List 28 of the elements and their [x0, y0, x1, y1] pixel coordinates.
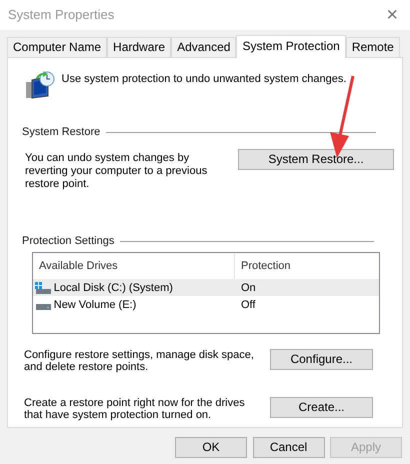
tab[interactable]: Hardware — [107, 37, 172, 57]
intro-text: Use system protection to undo unwanted system changes. — [62, 72, 346, 85]
column-header[interactable]: Available Drives — [33, 260, 118, 272]
dialog-button[interactable]: Cancel — [252, 437, 324, 458]
tab[interactable]: System Protection — [236, 35, 346, 58]
drive-name: Local Disk (C:) (System) — [54, 282, 173, 294]
group-heading: System Restore — [22, 126, 100, 138]
dialog-button[interactable]: OK — [175, 437, 247, 458]
system-restore-button[interactable]: System Restore... — [238, 149, 394, 170]
window-title: System Properties — [8, 8, 114, 22]
description-text: You can undo system changes by reverting your computer to a previous restore point. — [25, 152, 208, 192]
configure-button[interactable]: Configure... — [270, 349, 373, 370]
drive-row[interactable]: Local Disk (C:) (System) On — [33, 279, 379, 296]
group-heading: Protection Settings — [22, 235, 114, 248]
system-drive-icon — [35, 282, 51, 294]
tab[interactable]: Advanced — [171, 37, 236, 57]
tab[interactable]: Computer Name — [7, 37, 108, 57]
protection-status: On — [240, 282, 256, 294]
create-button[interactable]: Create... — [270, 397, 373, 418]
drive-name: New Volume (E:) — [54, 298, 136, 311]
close-button[interactable]: × — [382, 4, 402, 26]
description-text: Configure restore settings, manage disk space, and delete restore points. — [24, 349, 255, 374]
column-header[interactable]: Protection — [235, 260, 291, 272]
protection-status: Off — [240, 298, 256, 311]
drive-row[interactable]: New Volume (E:) Off — [33, 296, 379, 314]
description-text: Create a restore point right now for the drives that have system protection turned on. — [24, 397, 246, 422]
drive-icon — [36, 304, 51, 310]
tab[interactable]: Remote — [346, 37, 400, 57]
